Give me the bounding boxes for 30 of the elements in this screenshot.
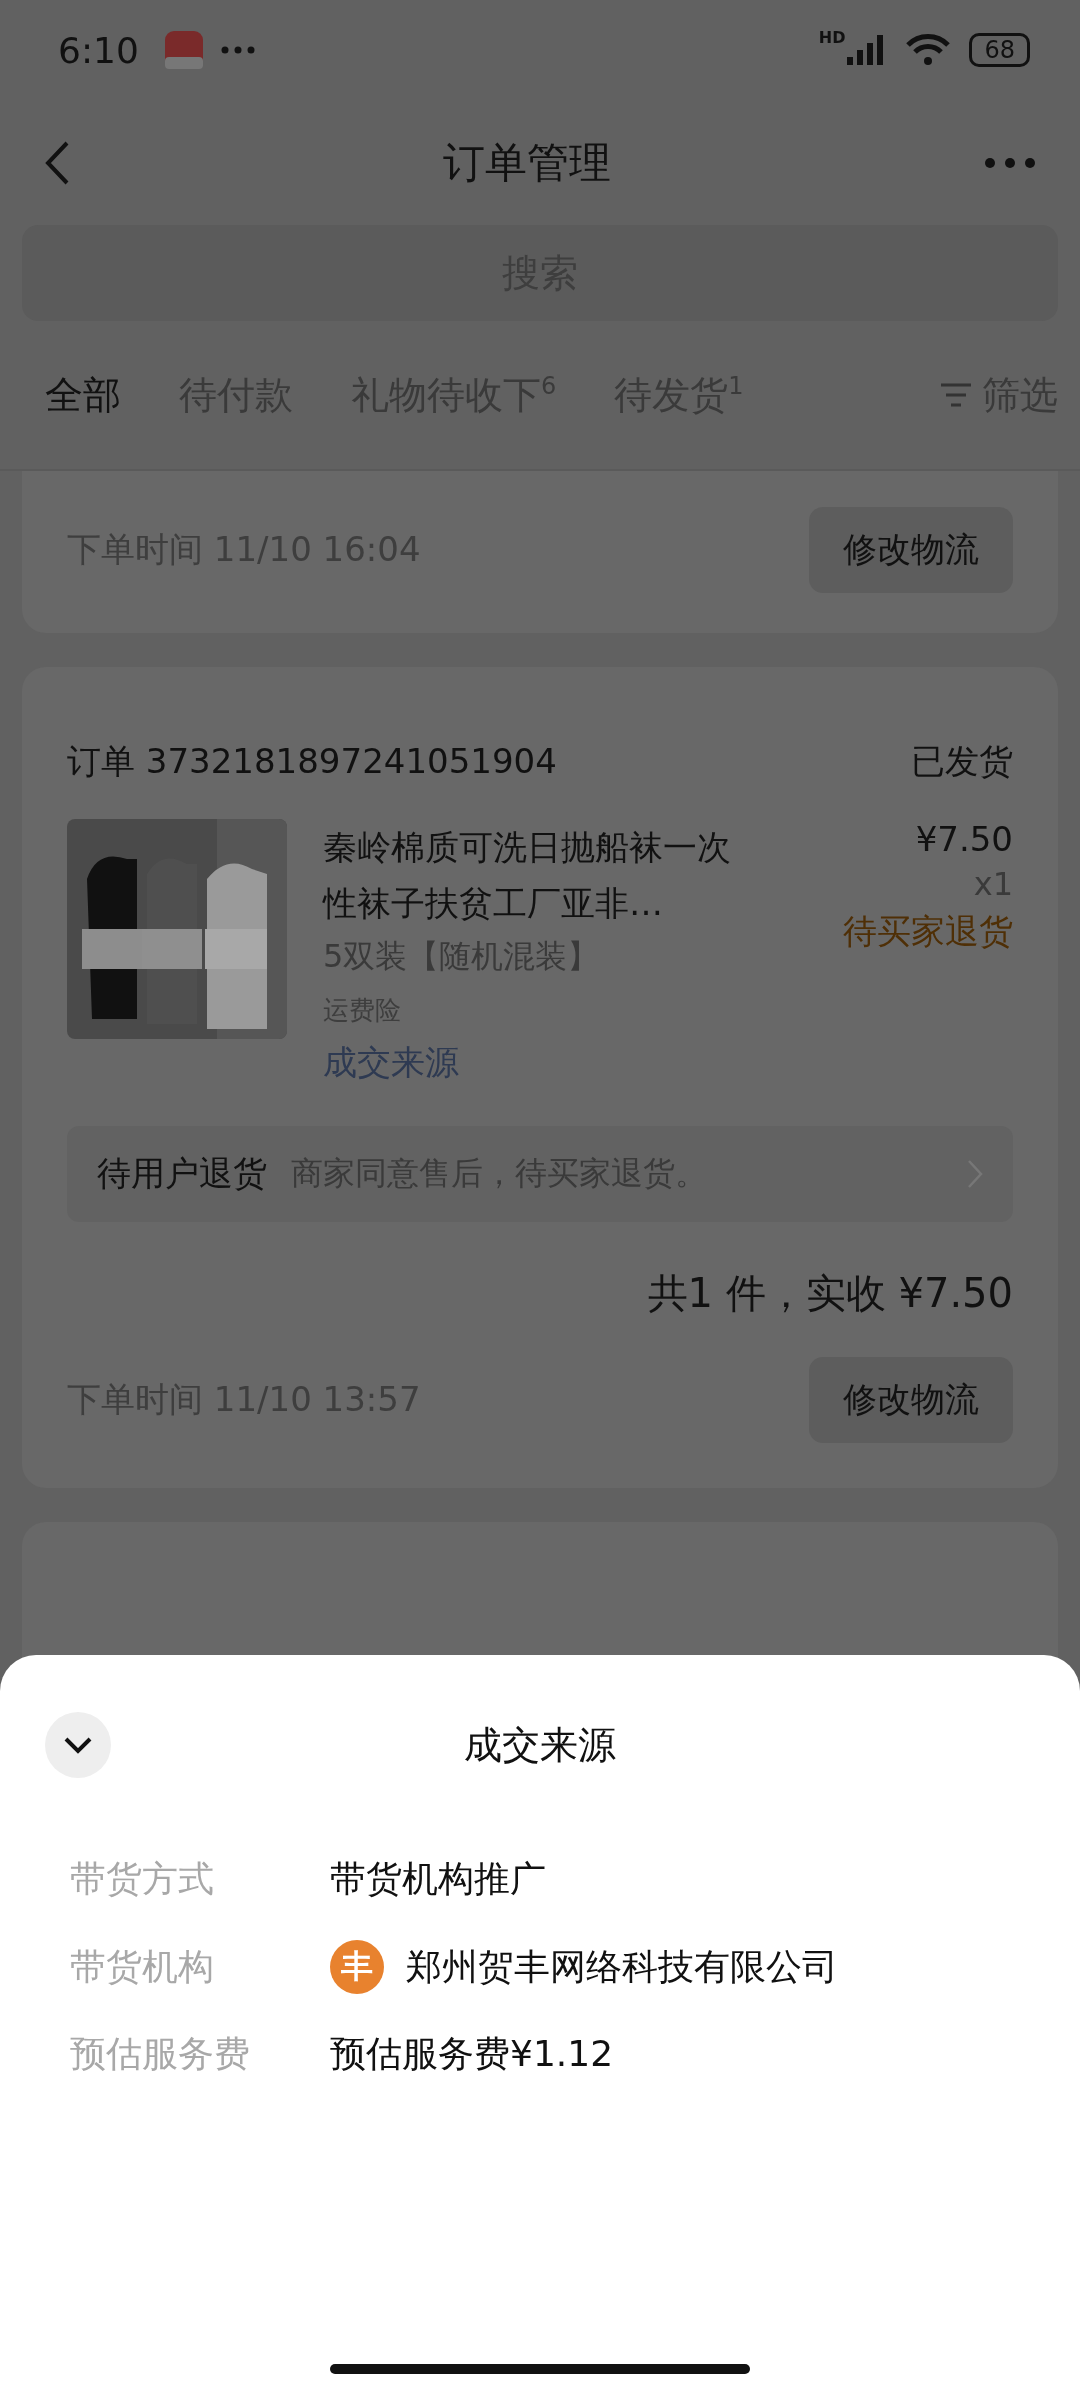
page-title: 订单管理 <box>443 136 611 189</box>
order-total: 共1 件，实收 ¥7.50 <box>647 1269 1013 1318</box>
field-value: 带货机构推广 <box>330 1857 547 1901</box>
order-status: 已发货 <box>911 740 1013 783</box>
product-price: ¥7.50 <box>915 819 1013 859</box>
field-label: 带货方式 <box>70 1857 215 1901</box>
sheet-title: 成交来源 <box>464 1721 616 1769</box>
field-label: 带货机构 <box>70 1944 215 1989</box>
more-icon <box>220 46 255 54</box>
product-title: 秦岭棉质可洗日抛船袜一次性袜子扶贫工厂亚非… <box>323 826 732 925</box>
order-number: 订单 3732181897241051904 <box>67 740 557 783</box>
field-label: 预估服务费 <box>70 2032 251 2076</box>
order-tab[interactable]: 全部 <box>45 369 121 421</box>
back-icon[interactable] <box>45 140 69 185</box>
modify-logistics-button[interactable]: 修改物流 <box>809 507 1013 593</box>
modify-logistics-button[interactable]: 修改物流 <box>809 1357 1013 1443</box>
app-icon <box>164 31 203 69</box>
notice-title: 待用户退货 <box>97 1152 267 1195</box>
filter-icon <box>940 382 972 408</box>
deal-source-link[interactable]: 成交来源 <box>323 1040 735 1086</box>
more-icon[interactable] <box>985 157 1035 168</box>
wifi-icon <box>905 34 952 66</box>
field-value: 预估服务费¥1.12 <box>330 2032 615 2076</box>
agency-logo: 丰 <box>330 1940 384 1994</box>
battery-indicator: 68 <box>969 33 1030 67</box>
field-value: 郑州贺丰网络科技有限公司 <box>406 1944 838 1989</box>
chevron-down-icon <box>63 1736 93 1754</box>
after-sale-status: 待买家退货 <box>843 910 1013 953</box>
status-time: 6:10 <box>58 29 139 71</box>
network-label: HD <box>818 28 846 47</box>
